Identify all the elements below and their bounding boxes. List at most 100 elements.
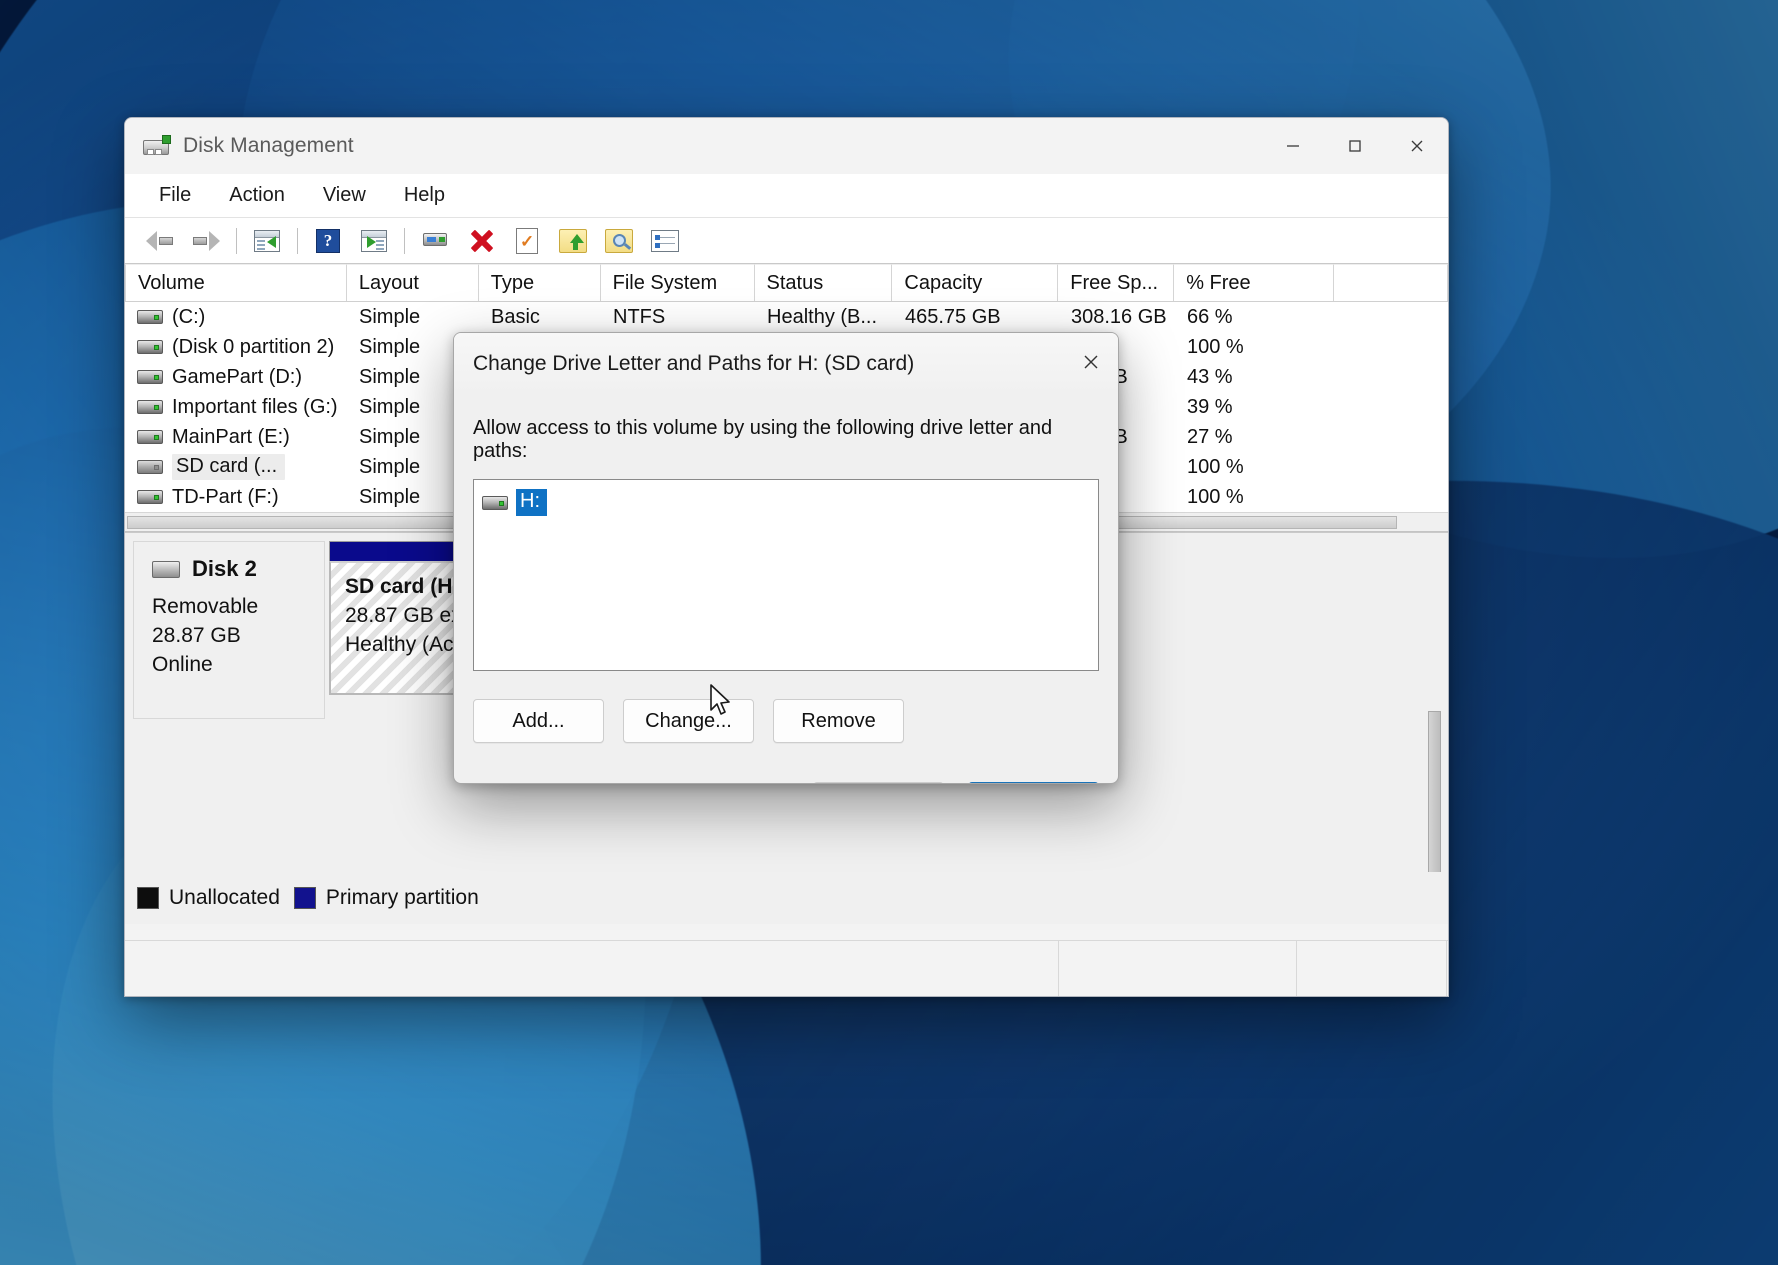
minimize-button[interactable] bbox=[1262, 118, 1324, 174]
volume-drive-icon bbox=[137, 400, 163, 414]
dialog-instruction: Allow access to this volume by using the… bbox=[473, 417, 1053, 462]
forward-icon bbox=[191, 229, 221, 253]
menu-item-help[interactable]: Help bbox=[388, 180, 461, 211]
toolbar-separator-2 bbox=[297, 227, 298, 254]
table-cell-percent-free: 100 % bbox=[1187, 485, 1244, 508]
maximize-button[interactable] bbox=[1324, 118, 1386, 174]
table-cell-type: Basic bbox=[491, 305, 540, 328]
add-button[interactable]: Add... bbox=[473, 699, 604, 743]
drive-letter-listbox[interactable]: H: bbox=[473, 479, 1099, 671]
menu-item-action[interactable]: Action bbox=[213, 180, 301, 211]
list-item-label: H: bbox=[516, 489, 547, 516]
title-bar[interactable]: Disk Management bbox=[125, 118, 1448, 174]
cancel-button[interactable]: Cancel bbox=[968, 782, 1099, 783]
column-header-percent-free[interactable]: % Free bbox=[1174, 264, 1335, 301]
dialog-close-button[interactable] bbox=[1064, 333, 1118, 391]
volume-label: MainPart (E:) bbox=[172, 425, 290, 448]
dialog-title: Change Drive Letter and Paths for H: (SD… bbox=[473, 351, 915, 375]
volume-label: (Disk 0 partition 2) bbox=[172, 335, 335, 358]
window-title: Disk Management bbox=[183, 133, 354, 157]
menu-bar: File Action View Help bbox=[125, 174, 1448, 218]
volume-drive-icon bbox=[137, 340, 163, 354]
rescan-disks-icon bbox=[421, 230, 449, 252]
help-button[interactable]: ? bbox=[305, 221, 351, 261]
table-cell-layout: Simple bbox=[359, 305, 421, 328]
legend-item-unallocated: Unallocated bbox=[137, 886, 280, 910]
show-hide-console-tree-icon bbox=[254, 229, 280, 252]
volume-drive-icon bbox=[482, 495, 508, 510]
status-segment-2 bbox=[1059, 941, 1297, 996]
table-row[interactable]: (C:) Simple Basic NTFS Healthy (B... 465.75 G… bbox=[125, 302, 1448, 332]
table-cell-file-system: NTFS bbox=[613, 305, 666, 328]
volume-drive-icon bbox=[137, 370, 163, 384]
legend-label-primary-partition: Primary partition bbox=[325, 886, 479, 909]
disk-pane-vertical-scrollbar[interactable] bbox=[1426, 711, 1444, 891]
volume-label: (C:) bbox=[172, 305, 206, 328]
table-cell-status: Healthy (B... bbox=[767, 305, 878, 328]
volume-drive-icon bbox=[137, 490, 163, 504]
volume-label: Important files (G:) bbox=[172, 395, 338, 418]
ok-button[interactable]: OK bbox=[813, 782, 944, 783]
volume-label: TD-Part (F:) bbox=[172, 485, 279, 508]
column-header-volume[interactable]: Volume bbox=[125, 264, 347, 301]
explore-button[interactable] bbox=[596, 221, 642, 261]
delete-volume-button[interactable] bbox=[458, 221, 504, 261]
toolbar: ? ✓ bbox=[125, 218, 1448, 264]
extend-volume-folder-icon bbox=[559, 228, 587, 253]
table-cell-volume: Important files (G:) bbox=[125, 396, 347, 419]
volume-drive-icon-gray bbox=[137, 460, 163, 474]
primary-partition-swatch bbox=[293, 887, 316, 909]
column-header-status[interactable]: Status bbox=[754, 264, 893, 301]
volume-drive-icon bbox=[137, 430, 163, 444]
properties-doc-icon: ✓ bbox=[516, 227, 538, 254]
list-properties-button[interactable] bbox=[642, 221, 688, 261]
menu-item-file[interactable]: File bbox=[143, 180, 207, 211]
toolbar-separator-1 bbox=[236, 227, 237, 254]
table-cell-percent-free: 27 % bbox=[1187, 425, 1233, 448]
disk-state: Online bbox=[152, 653, 213, 676]
disk-drive-icon bbox=[143, 134, 171, 157]
table-cell-percent-free: 39 % bbox=[1187, 395, 1233, 418]
menu-item-view[interactable]: View bbox=[307, 180, 382, 211]
dialog-footer-buttons: OK Cancel bbox=[473, 782, 1099, 783]
table-cell-volume: MainPart (E:) bbox=[125, 426, 347, 449]
disk-name: Disk 2 bbox=[192, 556, 257, 581]
unallocated-swatch bbox=[137, 887, 159, 909]
table-cell-free-space: 308.16 GB bbox=[1071, 305, 1167, 328]
disk-info-panel[interactable]: Disk 2 Removable 28.87 GB Online bbox=[133, 541, 325, 719]
dialog-action-buttons: Add... Change... Remove bbox=[473, 699, 1099, 743]
rescan-disks-button[interactable] bbox=[412, 221, 458, 261]
vertical-scrollbar-thumb[interactable] bbox=[1428, 711, 1441, 881]
status-segment-1 bbox=[125, 941, 1059, 996]
show-hide-console-tree-button[interactable] bbox=[244, 221, 290, 261]
toolbar-separator-3 bbox=[404, 227, 405, 254]
column-header-file-system[interactable]: File System bbox=[600, 264, 755, 301]
back-icon bbox=[145, 229, 175, 253]
table-cell-volume: SD card (... bbox=[125, 454, 347, 480]
close-button[interactable] bbox=[1386, 118, 1448, 174]
column-header-capacity[interactable]: Capacity bbox=[892, 264, 1059, 301]
remove-button[interactable]: Remove bbox=[773, 699, 904, 743]
table-cell-capacity: 465.75 GB bbox=[905, 305, 1001, 328]
status-segment-3 bbox=[1297, 941, 1447, 996]
change-drive-letter-dialog: Change Drive Letter and Paths for H: (SD… bbox=[453, 332, 1119, 784]
list-item[interactable]: H: bbox=[482, 489, 1090, 516]
extend-volume-button[interactable] bbox=[550, 221, 596, 261]
window-controls bbox=[1262, 118, 1448, 174]
disk-icon bbox=[152, 560, 180, 578]
properties-button[interactable]: ✓ bbox=[504, 221, 550, 261]
column-header-type[interactable]: Type bbox=[478, 264, 601, 301]
table-cell-percent-free: 100 % bbox=[1187, 335, 1244, 358]
table-cell-percent-free: 43 % bbox=[1187, 365, 1233, 388]
show-hide-action-pane-button[interactable] bbox=[351, 221, 397, 261]
table-cell-volume: TD-Part (F:) bbox=[125, 486, 347, 509]
column-header-layout[interactable]: Layout bbox=[346, 264, 479, 301]
dialog-title-bar[interactable]: Change Drive Letter and Paths for H: (SD… bbox=[454, 333, 1118, 395]
help-icon: ? bbox=[316, 228, 340, 253]
list-properties-icon bbox=[651, 229, 679, 252]
change-button[interactable]: Change... bbox=[623, 699, 754, 743]
back-button[interactable] bbox=[137, 221, 183, 261]
forward-button[interactable] bbox=[183, 221, 229, 261]
column-header-extra[interactable] bbox=[1334, 264, 1448, 301]
column-header-free-space[interactable]: Free Sp... bbox=[1058, 264, 1175, 301]
